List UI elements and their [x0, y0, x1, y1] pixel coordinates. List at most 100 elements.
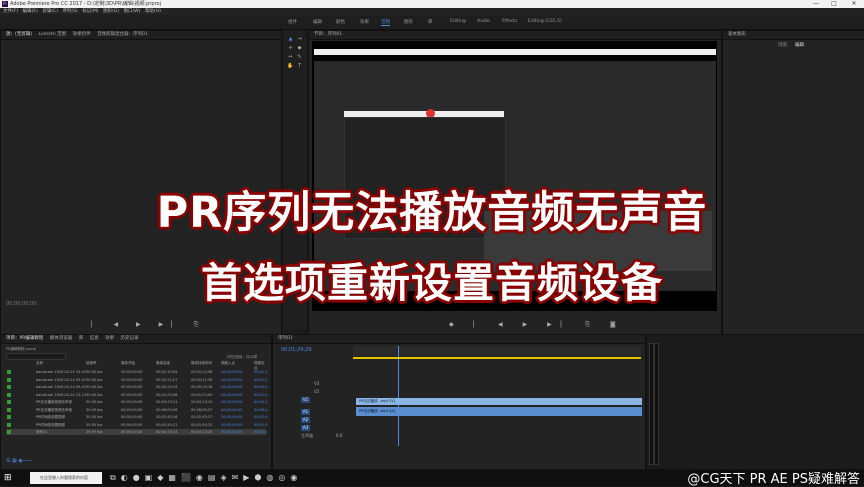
table-row[interactable]: PR无法播放音频无声音 30.00 fps 00;00;00;00 00;04;13;… [6, 399, 268, 405]
workspace-tab[interactable]: Editing [450, 19, 466, 24]
menu-help[interactable]: 帮助(H) [145, 9, 161, 14]
table-row[interactable]: bandicam 2020-04-24 13-14 30.00 fps 00;00;… [6, 392, 268, 398]
tab-history[interactable]: 历史记录 [121, 336, 139, 341]
col-duration[interactable]: 媒体持续时间 [191, 361, 212, 366]
time-ruler[interactable] [353, 346, 641, 356]
tab-effects[interactable]: 效果 [105, 336, 114, 341]
a1-target[interactable]: A1 [301, 409, 310, 415]
menu-marker[interactable]: 标记(M) [82, 9, 98, 14]
col-video-in[interactable]: 视频入点 [221, 361, 235, 366]
list-view-icon[interactable]: ☰ ▦ ◉─── [6, 458, 32, 464]
cell-end: 00;01;50;21 [156, 422, 178, 427]
cell-fps: 30.00 fps [86, 415, 103, 419]
table-row[interactable]: PR无法播放音频无声音 30.00 fps 00;00;00;00 00;06;05;… [6, 407, 268, 413]
tab-effect-controls[interactable]: 效果控件 [73, 32, 91, 37]
program-transport-controls[interactable]: ◆ ▏ ◀ ▶ ▶▏ ⎘ ◙ [449, 321, 625, 329]
table-row[interactable]: PR时间线设置视频 30.00 fps 00;00;00;00 00;02;43;16… [6, 414, 268, 420]
maximize-button[interactable]: □ [828, 0, 840, 8]
workspace-tab[interactable]: 编辑 [313, 19, 322, 25]
menu-edit[interactable]: 编辑(E) [23, 9, 38, 14]
minimize-button[interactable]: — [810, 0, 822, 8]
table-row[interactable]: bandicam 2020-04-24 09-45 30.00 fps 00;00;… [6, 384, 268, 390]
workspace-tab[interactable]: Effects [502, 19, 517, 24]
tab-source[interactable]: 源：(无剪辑) [6, 32, 32, 37]
source-transport-controls[interactable]: ▏ ◀ ▶ ▶▏ ⎘ [91, 321, 207, 329]
tab-lumetri-scopes[interactable]: Lumetri 范围 [38, 32, 66, 37]
tab-media-browser[interactable]: 媒体浏览器 [50, 336, 73, 341]
label-color-swatch [7, 400, 11, 404]
cell-start: 00;00;00;00 [121, 430, 143, 434]
right-panel-header: 基本图形 [723, 31, 864, 40]
label-color-swatch [7, 385, 11, 389]
workspace-tab[interactable]: 图形 [404, 19, 413, 25]
cell-out: 00;00;2 [254, 385, 268, 389]
workspace-tab[interactable]: 效果 [360, 19, 369, 25]
track-master: 主声道 0.0 [301, 433, 343, 438]
playhead[interactable] [398, 346, 399, 446]
timeline-timecode[interactable]: 00;01;24;29 [281, 347, 312, 353]
taskbar-app-icons[interactable]: ⧉◐●▣◆▦⬛◉▤◈✉▶⬢◍◎◉ [110, 473, 302, 483]
taskbar-search-input[interactable]: 在这里输入你要搜索的内容 [30, 472, 102, 484]
video-clip[interactable]: PR无法播放...mp4 [V] [356, 398, 642, 405]
cell-in: 00;00;00;00 [221, 377, 243, 382]
hand-tool-icon[interactable]: ✋ [287, 63, 294, 70]
pen-tool-icon[interactable]: ✎ [296, 54, 303, 61]
razor-tool-icon[interactable]: ◆ [296, 45, 303, 52]
timeline-tab[interactable]: 序列01 [278, 336, 293, 341]
tab-project[interactable]: 项目：PR编辑教程 [6, 336, 43, 341]
work-area-bar[interactable] [353, 357, 641, 359]
audio-clip[interactable]: PR无法播放...mp4 [A] [356, 407, 642, 416]
type-tool-icon[interactable]: T [296, 63, 303, 70]
windows-start-icon[interactable]: ⊞ [4, 473, 14, 483]
a3-target[interactable]: A3 [301, 425, 310, 431]
col-media-end[interactable]: 媒体结束 [156, 361, 170, 366]
track-select-tool-icon[interactable]: ⇥ [296, 36, 303, 43]
selection-tool-icon[interactable]: ▲ [287, 36, 294, 43]
workspace-tab[interactable]: 颜色 [336, 19, 345, 25]
project-search-input[interactable] [6, 353, 66, 360]
cell-in: 00;00;00;00 [221, 400, 243, 404]
cell-start: 00;00;00;00 [121, 370, 143, 374]
cell-in: 00;00;00;00 [221, 422, 243, 427]
slip-tool-icon[interactable]: ↔ [287, 54, 294, 61]
caption-line-1: PR序列无法播放音频无声音 [156, 188, 708, 238]
cell-dur: 00;01;10;06 [191, 370, 213, 374]
cell-end: 00;02;43;16 [156, 415, 178, 419]
cell-in: 00;00;00;00 [221, 415, 243, 419]
menu-graphics[interactable]: 图形(G) [103, 9, 119, 14]
cell-dur: 00;02;43;17 [191, 415, 213, 419]
table-row[interactable]: PR时间线设置视频 30.00 fps 00;00;00;00 00;01;50;21… [6, 422, 268, 428]
col-fps[interactable]: 帧速率 [86, 361, 97, 366]
menu-file[interactable]: 文件(F) [3, 9, 18, 14]
col-name[interactable]: 名称 [36, 361, 43, 366]
table-row[interactable]: bandicam 2020-04-21 15-43 30.00 fps 00;00;… [6, 369, 268, 375]
cell-name: PR无法播放音频无声音 [36, 400, 73, 404]
a2-target[interactable]: A2 [301, 417, 310, 423]
workspace-tab[interactable]: Audio [477, 19, 490, 24]
workspace-tab[interactable]: 库 [428, 19, 433, 25]
tab-audio-clip-mixer[interactable]: 音频剪辑混合器：序列01 [97, 32, 148, 37]
table-row[interactable]: 序列01 29.97 fps 00;00;00;00 00;04;13;14 00;04… [6, 429, 268, 435]
label-color-swatch [7, 370, 11, 374]
menu-sequence[interactable]: 序列(S) [62, 9, 77, 14]
cell-out: 00;01;1 [254, 370, 268, 374]
project-path: PR编辑教程.prproj [6, 347, 37, 351]
title-bar: Pr Adobe Premiere Pro CC 2017 - D:\定制\3D… [0, 0, 864, 8]
workspace-tab[interactable]: Editing (CS5.5) [528, 19, 562, 24]
col-media-start[interactable]: 媒体开始 [121, 361, 135, 366]
tab-info[interactable]: 信息 [90, 336, 99, 341]
window-title: Adobe Premiere Pro CC 2017 - D:\定制\3D\PR… [10, 1, 161, 7]
menu-window[interactable]: 窗口(W) [124, 9, 141, 14]
tab-browse[interactable]: 浏览 [778, 42, 787, 48]
project-panel-tabs: 项目：PR编辑教程 媒体浏览器 库 信息 效果 历史记录 [1, 335, 271, 344]
tab-edit[interactable]: 编辑 [795, 42, 804, 48]
tab-libraries[interactable]: 库 [79, 336, 84, 341]
cell-end: 00;04;13;14 [156, 430, 178, 434]
workspace-tab-active[interactable]: 音频 [381, 19, 390, 26]
ripple-edit-tool-icon[interactable]: ✛ [287, 45, 294, 52]
close-button[interactable]: ✕ [848, 0, 860, 8]
menu-clip[interactable]: 剪辑(C) [42, 9, 58, 14]
workspace-tab[interactable]: 组件 [288, 19, 297, 25]
v1-target[interactable]: V1 [301, 397, 310, 403]
table-row[interactable]: bandicam 2020-04-24 09-41 30.00 fps 00;00;… [6, 377, 268, 383]
